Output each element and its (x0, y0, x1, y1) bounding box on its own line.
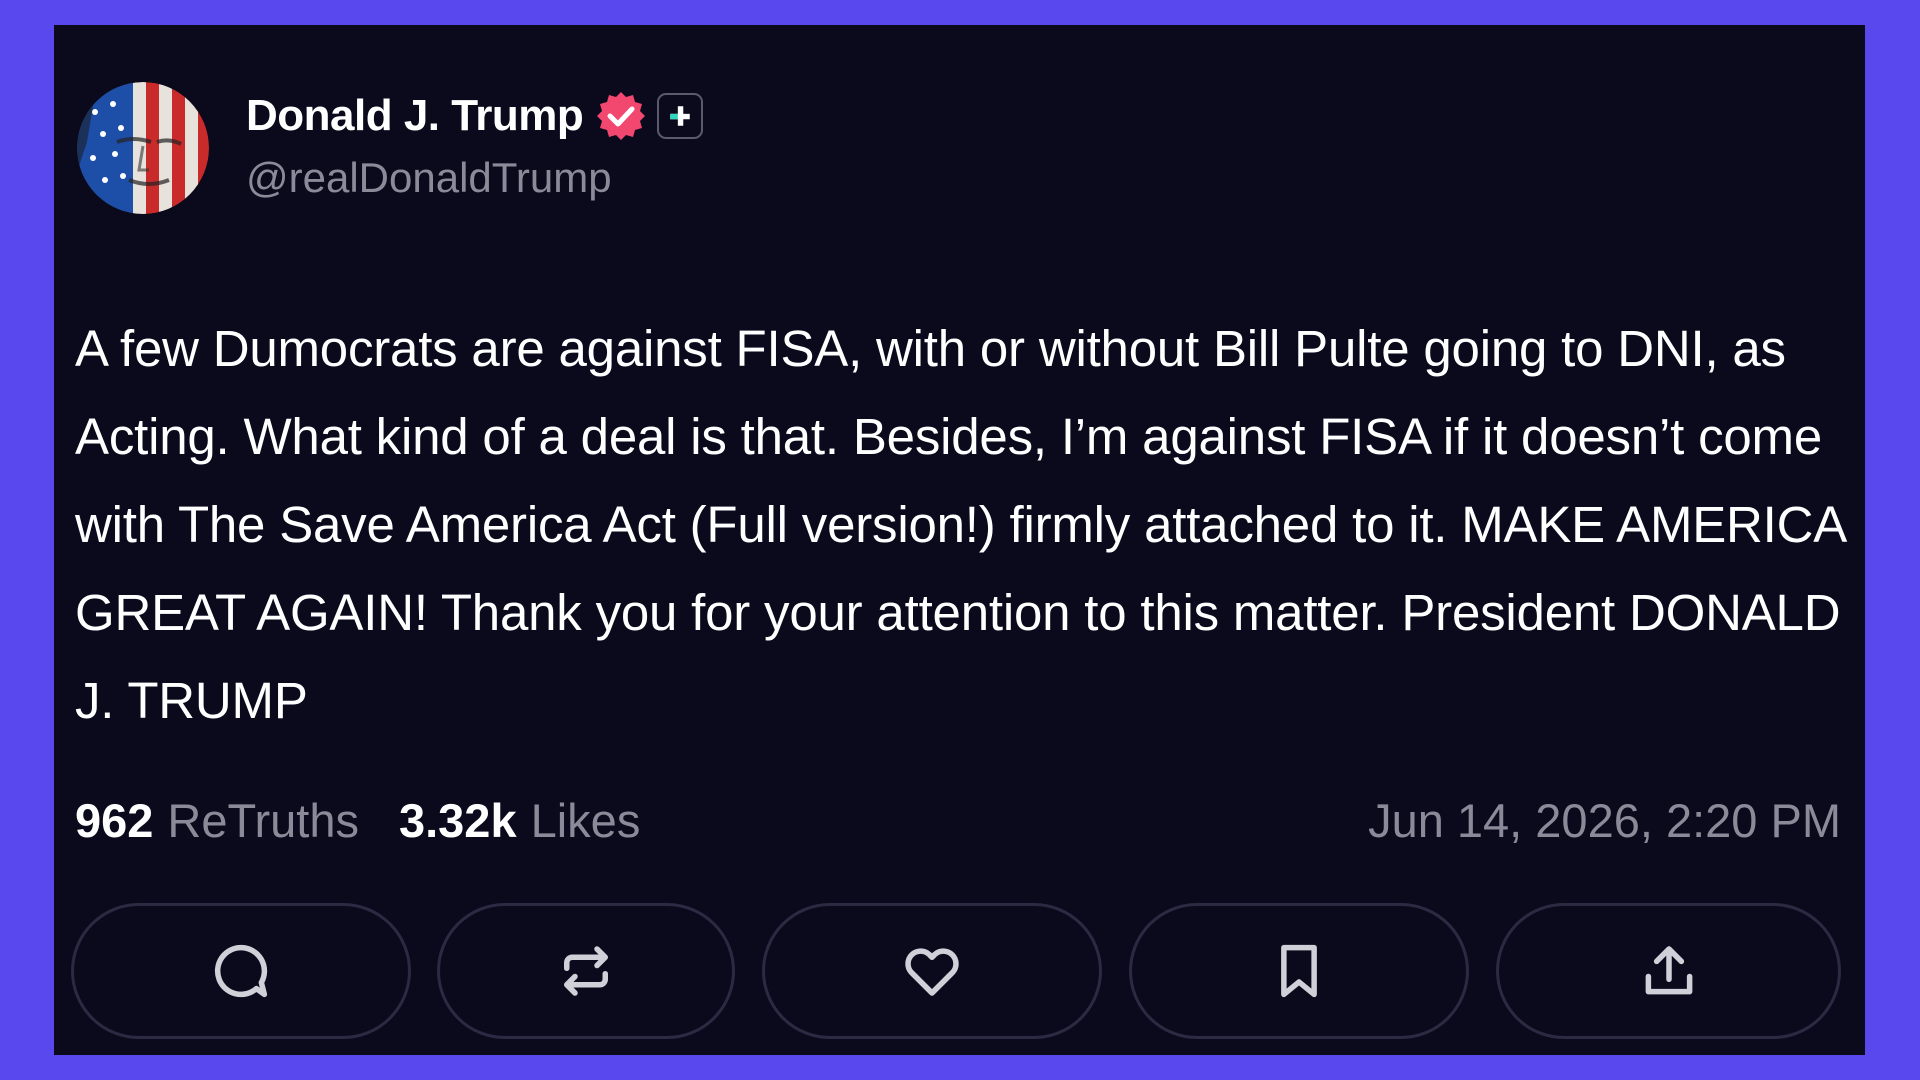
repost-icon (564, 946, 608, 996)
plus-badge-icon (657, 93, 704, 139)
share-button[interactable] (1496, 903, 1841, 1039)
post-header: Donald J. Trump @realDonaldTrump (77, 82, 704, 214)
retruths-count[interactable]: 962 (75, 793, 153, 848)
post-stats: 962 ReTruths 3.32k Likes Jun 14, 2026, 2… (75, 785, 1841, 855)
bookmark-icon (1281, 944, 1317, 998)
post-card: Donald J. Trump @realDonaldTrump A few D… (54, 25, 1865, 1055)
post-text: A few Dumocrats are against FISA, with o… (75, 320, 1845, 729)
likes-label[interactable]: Likes (531, 793, 641, 848)
author-info: Donald J. Trump @realDonaldTrump (246, 88, 704, 202)
likes-count[interactable]: 3.32k (399, 793, 517, 848)
author-handle[interactable]: @realDonaldTrump (246, 154, 703, 202)
retruth-button[interactable] (437, 903, 735, 1039)
retruths-label[interactable]: ReTruths (167, 793, 359, 848)
name-row: Donald J. Trump (246, 88, 704, 144)
avatar[interactable] (77, 82, 209, 214)
share-icon (1645, 946, 1692, 995)
comment-icon (214, 944, 268, 998)
post-timestamp: Jun 14, 2026, 2:20 PM (1368, 793, 1841, 847)
heart-icon (905, 948, 959, 996)
bookmark-button[interactable] (1129, 903, 1469, 1039)
display-name[interactable]: Donald J. Trump (246, 91, 584, 141)
action-bar (71, 903, 1851, 1039)
reply-button[interactable] (71, 903, 411, 1039)
like-button[interactable] (762, 903, 1102, 1039)
verified-badge-icon (597, 92, 646, 140)
